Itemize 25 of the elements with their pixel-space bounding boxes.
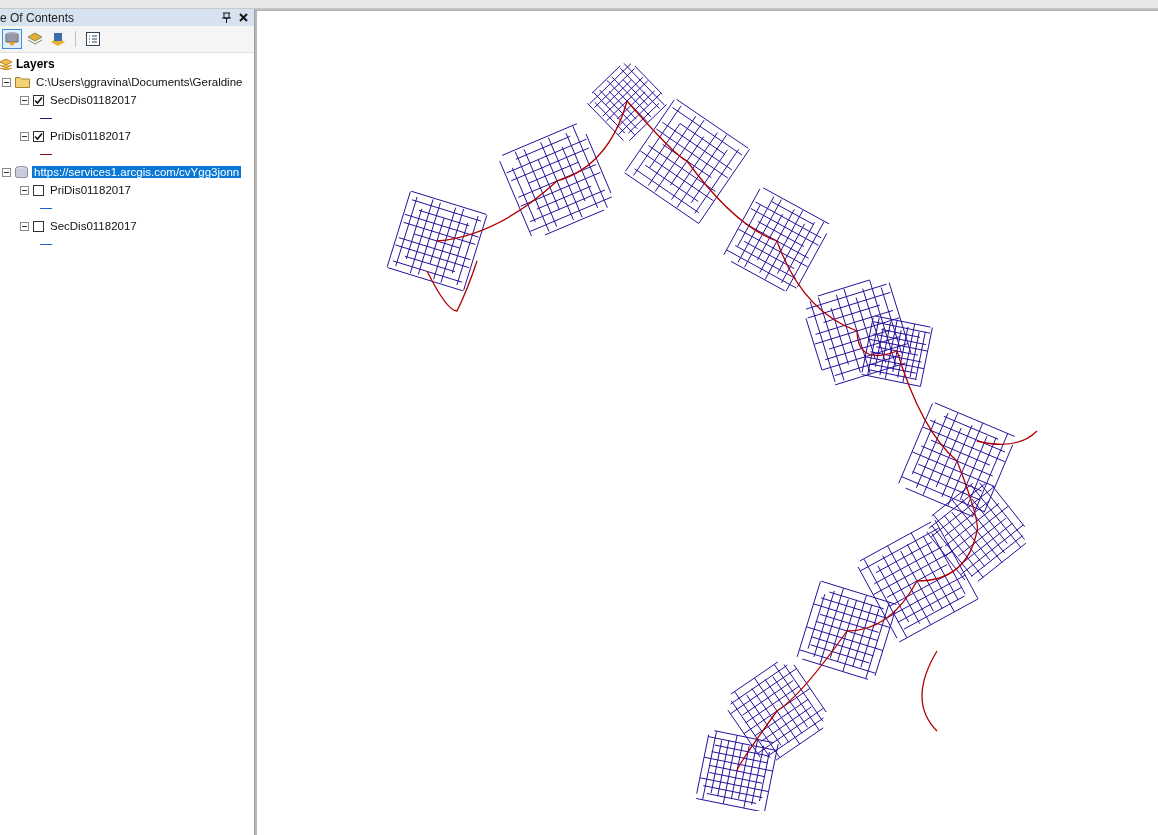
- collapse-toggle[interactable]: [2, 77, 11, 87]
- collapse-toggle[interactable]: [2, 167, 11, 177]
- layer-group-label[interactable]: C:\Users\ggravina\Documents\Geraldine: [34, 76, 245, 88]
- layer-checkbox[interactable]: [33, 94, 44, 106]
- layer-group-label[interactable]: https://services1.arcgis.com/cvYgg3jonn: [32, 166, 242, 178]
- layer-label[interactable]: PriDis01182017: [48, 184, 133, 196]
- layer-checkbox[interactable]: [33, 220, 44, 232]
- collapse-toggle[interactable]: [20, 95, 29, 105]
- panel-title: e Of Contents: [0, 10, 75, 25]
- collapse-toggle[interactable]: [20, 131, 29, 141]
- database-icon: [15, 165, 28, 179]
- close-icon[interactable]: [239, 13, 248, 22]
- pin-icon[interactable]: [222, 12, 231, 23]
- folder-icon: [15, 76, 30, 88]
- collapse-toggle[interactable]: [20, 221, 29, 231]
- collapse-toggle[interactable]: [20, 185, 29, 195]
- data-frame-label: Layers: [16, 57, 55, 71]
- layers-icon: [0, 58, 12, 70]
- layer-checkbox[interactable]: [33, 184, 44, 196]
- layer-label[interactable]: SecDis01182017: [48, 94, 139, 106]
- list-by-source-button[interactable]: [2, 29, 22, 49]
- layer-checkbox[interactable]: [33, 130, 44, 142]
- layer-label[interactable]: PriDis01182017: [48, 130, 133, 142]
- layer-label[interactable]: SecDis01182017: [48, 220, 139, 232]
- options-button[interactable]: [83, 29, 103, 49]
